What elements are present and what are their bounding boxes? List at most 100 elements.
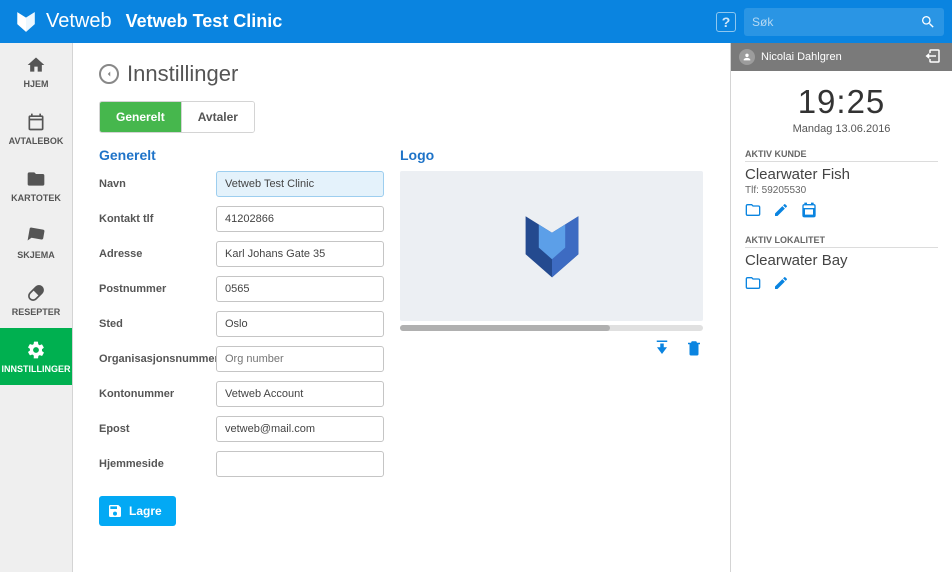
tabs: Generelt Avtaler [99, 101, 255, 133]
back-button[interactable] [99, 64, 119, 84]
tab-appointments[interactable]: Avtaler [182, 102, 254, 132]
sidebar-label: AVTALEBOK [9, 136, 64, 146]
sidebar: HJEM AVTALEBOK KARTOTEK SKJEMA RESEPTER … [0, 43, 73, 572]
row-website: Hjemmeside [99, 451, 384, 477]
clock-time: 19:25 [731, 83, 952, 121]
sidebar-item-forms[interactable]: SKJEMA [0, 214, 72, 271]
pencil-icon [773, 202, 789, 218]
brand-logo-icon [14, 10, 38, 34]
input-phone[interactable] [216, 206, 384, 232]
location-edit-button[interactable] [773, 275, 789, 294]
page-title-row: Innstillinger [99, 61, 703, 87]
clock: 19:25 Mandag 13.06.2016 [731, 71, 952, 141]
calendar-icon [801, 202, 817, 218]
row-phone: Kontakt tlf [99, 206, 384, 232]
avatar-icon [739, 49, 755, 65]
search-input[interactable] [752, 15, 920, 29]
sidebar-item-files[interactable]: KARTOTEK [0, 157, 72, 214]
label-name: Navn [99, 178, 216, 190]
save-button-label: Lagre [129, 504, 162, 518]
row-account: Kontonummer [99, 381, 384, 407]
save-icon [107, 503, 123, 519]
row-address: Adresse [99, 241, 384, 267]
active-location-name: Clearwater Bay [745, 252, 938, 269]
section-general-title: Generelt [99, 147, 384, 163]
sidebar-label: HJEM [23, 79, 48, 89]
folder-icon [745, 202, 761, 218]
input-address[interactable] [216, 241, 384, 267]
user-bar: Nicolai Dahlgren [731, 43, 952, 71]
label-city: Sted [99, 318, 216, 330]
sidebar-label: INNSTILLINGER [2, 364, 71, 374]
logo-scrollbar[interactable] [400, 325, 703, 331]
customer-calendar-button[interactable] [801, 202, 817, 221]
label-email: Epost [99, 423, 216, 435]
home-icon [26, 55, 46, 75]
sidebar-item-settings[interactable]: INNSTILLINGER [0, 328, 72, 385]
save-button[interactable]: Lagre [99, 496, 176, 526]
label-address: Adresse [99, 248, 216, 260]
clock-date: Mandag 13.06.2016 [731, 123, 952, 135]
logo-actions [400, 339, 703, 360]
logo-image-icon [519, 209, 585, 283]
active-customer-label: AKTIV KUNDE [745, 149, 938, 162]
row-orgno: Organisasjonsnummer [99, 346, 384, 372]
gear-icon [26, 340, 46, 360]
delete-logo-button[interactable] [685, 339, 703, 360]
active-location-label: AKTIV LOKALITET [745, 235, 938, 248]
header: Vetweb Vetweb Test Clinic ? [0, 0, 952, 43]
download-logo-button[interactable] [653, 339, 671, 360]
page-title: Innstillinger [127, 61, 238, 87]
main-content: Innstillinger Generelt Avtaler Generelt … [73, 43, 729, 572]
help-button[interactable]: ? [716, 12, 736, 32]
search-icon [920, 14, 936, 30]
label-account: Kontonummer [99, 388, 216, 400]
active-customer-section: AKTIV KUNDE Clearwater Fish Tlf: 5920553… [731, 141, 952, 221]
trash-icon [685, 339, 703, 357]
input-website[interactable] [216, 451, 384, 477]
tab-general[interactable]: Generelt [100, 102, 182, 132]
customer-actions [745, 202, 938, 221]
signout-button[interactable] [924, 47, 944, 67]
input-postal[interactable] [216, 276, 384, 302]
pill-icon [26, 283, 46, 303]
search-box[interactable] [744, 8, 944, 36]
input-city[interactable] [216, 311, 384, 337]
calendar-icon [26, 112, 46, 132]
sidebar-item-calendar[interactable]: AVTALEBOK [0, 100, 72, 157]
label-phone: Kontakt tlf [99, 213, 216, 225]
active-customer-phone: Tlf: 59205530 [745, 185, 938, 196]
input-email[interactable] [216, 416, 384, 442]
location-actions [745, 275, 938, 294]
customer-open-button[interactable] [745, 202, 761, 221]
label-postal: Postnummer [99, 283, 216, 295]
input-orgno[interactable] [216, 346, 384, 372]
signout-icon [924, 47, 942, 65]
input-account[interactable] [216, 381, 384, 407]
sidebar-item-home[interactable]: HJEM [0, 43, 72, 100]
label-orgno: Organisasjonsnummer [99, 353, 216, 365]
user-name: Nicolai Dahlgren [761, 51, 842, 63]
row-email: Epost [99, 416, 384, 442]
logo-preview [400, 171, 703, 321]
clinic-title: Vetweb Test Clinic [126, 11, 283, 32]
row-postal: Postnummer [99, 276, 384, 302]
note-icon [26, 226, 46, 246]
location-open-button[interactable] [745, 275, 761, 294]
label-website: Hjemmeside [99, 458, 216, 470]
brand-name: Vetweb [46, 10, 112, 33]
sidebar-label: SKJEMA [17, 250, 55, 260]
active-location-section: AKTIV LOKALITET Clearwater Bay [731, 227, 952, 294]
folder-icon [26, 169, 46, 189]
input-name[interactable] [216, 171, 384, 197]
logo-scrollbar-thumb[interactable] [400, 325, 610, 331]
pencil-icon [773, 275, 789, 291]
folder-icon [745, 275, 761, 291]
row-city: Sted [99, 311, 384, 337]
download-icon [653, 339, 671, 357]
sidebar-label: KARTOTEK [11, 193, 61, 203]
sidebar-label: RESEPTER [12, 307, 61, 317]
customer-edit-button[interactable] [773, 202, 789, 221]
chevron-left-icon [104, 69, 114, 79]
sidebar-item-prescriptions[interactable]: RESEPTER [0, 271, 72, 328]
